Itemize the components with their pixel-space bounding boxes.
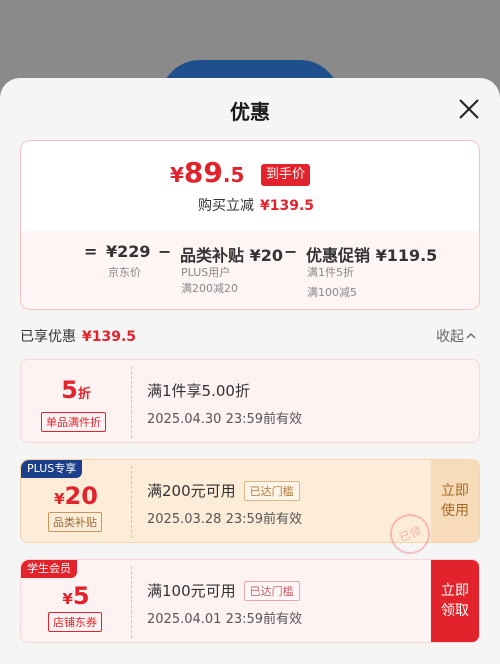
coupon-value-unit: 折 (77, 387, 91, 402)
formula-subsidy-sub2: 满200减20 (181, 282, 238, 295)
plus-badge: PLUS专享 (21, 460, 83, 478)
coupon-card-discount: 5折 单品满件折 满1件享5.00折 2025.04.30 23:59前有效 (20, 359, 480, 443)
formula-promo-title: 优惠促销 ¥119.5 (306, 246, 438, 265)
coupon-title: 满100元可用 已达门槛 (147, 580, 300, 601)
student-badge: 学生会员 (21, 560, 77, 578)
formula-promo-sub2: 满100减5 (307, 286, 357, 299)
coupon-title-text: 满200元可用 (147, 482, 236, 500)
reduce-label: 购买立减 (198, 198, 254, 214)
coupon-value: 5折 (21, 376, 131, 404)
collapse-label: 收起 (436, 329, 464, 345)
price-summary-card (20, 140, 480, 310)
coupon-value-main: 20 (64, 482, 98, 510)
formula-base-label: 京东价 (108, 266, 141, 279)
close-icon[interactable] (456, 96, 482, 122)
coupon-value-yen: ¥ (54, 490, 65, 508)
coupon-title: 满1件享5.00折 (147, 380, 250, 401)
final-price: ¥ 89 .5 (170, 156, 244, 189)
formula-minus-2: − (284, 242, 298, 261)
coupon-value-main: 5 (72, 582, 90, 610)
claim-now-button[interactable]: 立即领取 (431, 560, 479, 642)
claim-now-label: 立即领取 (441, 583, 469, 619)
formula-base-price: ¥229 (106, 242, 151, 261)
use-now-label: 立即使用 (441, 483, 469, 519)
threshold-reached-tag: 已达门槛 (243, 580, 300, 601)
coupon-card-student: 学生会员 ¥5 店铺东券 满100元可用 已达门槛 2025.04.01 23:… (20, 559, 480, 643)
coupon-expire: 2025.04.01 23:59前有效 (147, 612, 303, 627)
reduce-amount: ¥139.5 (260, 198, 315, 214)
chevron-up-icon (466, 333, 476, 339)
coupon-title: 满200元可用 已达门槛 (147, 480, 300, 501)
coupon-tag: 品类补贴 (48, 512, 102, 532)
formula-minus-1: − (158, 242, 172, 261)
enjoyed-label: 已享优惠 (20, 329, 76, 345)
coupon-divider (131, 466, 132, 538)
formula-equals: = (84, 242, 98, 261)
coupon-tag: 店铺东券 (48, 612, 102, 632)
coupon-expire: 2025.03.28 23:59前有效 (147, 512, 303, 527)
coupon-divider (131, 366, 132, 438)
coupon-expire: 2025.04.30 23:59前有效 (147, 412, 303, 427)
collapse-button[interactable]: 收起 (436, 326, 476, 346)
final-price-yen: ¥ (170, 163, 184, 187)
coupon-title-text: 满1件享5.00折 (147, 382, 250, 400)
coupon-title-text: 满100元可用 (147, 582, 236, 600)
enjoyed-discount: 已享优惠 ¥139.5 (20, 326, 136, 346)
sheet-title: 优惠 (230, 100, 270, 124)
formula-subsidy-sub1: PLUS用户 (181, 266, 231, 279)
reduce-line: 购买立减 ¥139.5 (198, 195, 314, 215)
formula-promo-sub1: 满1件5折 (307, 266, 354, 279)
coupon-value-yen: ¥ (62, 590, 73, 608)
formula-subsidy-title: 品类补贴 ¥20 (180, 246, 283, 265)
coupon-value: ¥5 (21, 582, 131, 610)
final-price-int: 89 (183, 156, 223, 189)
coupon-divider (131, 566, 132, 638)
use-now-button[interactable]: 立即使用 (431, 460, 479, 542)
coupon-value: ¥20 (21, 482, 131, 510)
coupon-value-main: 5 (61, 376, 78, 404)
coupon-tag: 单品满件折 (41, 412, 106, 432)
final-price-dec: .5 (222, 163, 245, 187)
threshold-reached-tag: 已达门槛 (243, 480, 300, 501)
enjoyed-amount: ¥139.5 (82, 329, 137, 345)
price-tag-badge: 到手价 (261, 164, 311, 186)
